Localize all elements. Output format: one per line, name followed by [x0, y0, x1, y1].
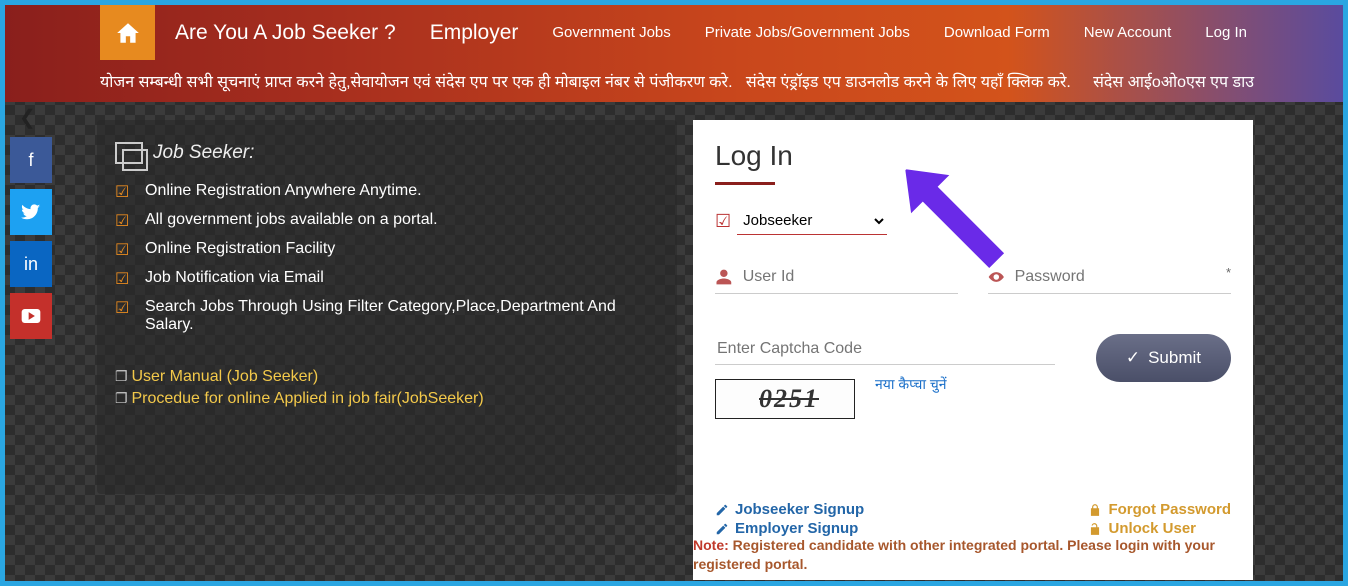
role-select[interactable]: Jobseeker — [737, 207, 887, 235]
check-icon: ☑ — [115, 211, 131, 231]
user-manual-link[interactable]: User Manual (Job Seeker) — [115, 368, 659, 386]
check-icon: ☑ — [115, 240, 131, 260]
password-input[interactable] — [1015, 268, 1216, 286]
check-icon: ☑ — [115, 298, 131, 334]
job-fair-procedure-link[interactable]: Procedue for online Applied in job fair(… — [115, 390, 659, 408]
new-captcha-link[interactable]: नया कैप्चा चुनें — [875, 375, 947, 394]
login-footer: Jobseeker Signup Employer Signup Forgot … — [715, 499, 1231, 539]
back-chevron-icon[interactable]: ❮ — [19, 105, 36, 130]
unlock-icon — [1088, 522, 1102, 536]
captcha-input[interactable] — [715, 334, 1055, 365]
account-links: Forgot Password Unlock User — [1088, 499, 1231, 539]
twitter-icon[interactable] — [10, 189, 52, 235]
nav-links: Are You A Job Seeker ? Employer Governme… — [175, 21, 1247, 45]
list-item-text: Online Registration Facility — [145, 240, 335, 260]
marquee-bar: योजन सम्बन्धी सभी सूचनाएं प्राप्त करने ह… — [5, 60, 1343, 102]
list-item: ☑ All government jobs available on a port… — [115, 211, 659, 231]
panel-title-row: Job Seeker: — [115, 142, 659, 164]
captcha-col: 0251 नया कैप्चा चुनें — [715, 334, 1066, 419]
lock-icon — [1088, 503, 1102, 517]
list-item: ☑ Search Jobs Through Using Filter Catego… — [115, 298, 659, 334]
panel-title: Job Seeker: — [153, 142, 254, 164]
nav-download-form[interactable]: Download Form — [944, 24, 1050, 41]
nav-priv-gov-jobs[interactable]: Private Jobs/Government Jobs — [705, 24, 910, 41]
note-body: Registered candidate with other integrat… — [693, 537, 1215, 572]
unlock-user-link[interactable]: Unlock User — [1088, 520, 1231, 537]
list-item: ☑ Online Registration Facility — [115, 240, 659, 260]
required-star: * — [1226, 265, 1231, 280]
page-frame: Are You A Job Seeker ? Employer Governme… — [5, 5, 1343, 581]
edit-icon — [715, 522, 729, 536]
panel-links: User Manual (Job Seeker) Procedue for on… — [115, 368, 659, 408]
submit-label: Submit — [1148, 348, 1201, 368]
social-sidebar: f in — [10, 137, 52, 345]
list-item: ☑ Online Registration Anywhere Anytime. — [115, 182, 659, 202]
top-nav: Are You A Job Seeker ? Employer Governme… — [5, 5, 1343, 60]
list-item-text: Online Registration Anywhere Anytime. — [145, 182, 422, 202]
forgot-password-link[interactable]: Forgot Password — [1088, 501, 1231, 518]
home-button[interactable] — [100, 5, 155, 60]
job-seeker-panel: Job Seeker: ☑ Online Registration Anywher… — [97, 120, 677, 494]
check-icon: ☑ — [115, 182, 131, 202]
signup-links: Jobseeker Signup Employer Signup — [715, 499, 864, 539]
nav-job-seeker[interactable]: Are You A Job Seeker ? — [175, 21, 396, 45]
nav-gov-jobs[interactable]: Government Jobs — [552, 24, 670, 41]
feature-list: ☑ Online Registration Anywhere Anytime. ☑… — [115, 182, 659, 334]
employer-signup-link[interactable]: Employer Signup — [715, 520, 864, 537]
marquee-text: योजन सम्बन्धी सभी सूचनाएं प्राप्त करने ह… — [100, 70, 1254, 92]
check-icon: ☑ — [115, 269, 131, 289]
list-item-text: All government jobs available on a porta… — [145, 211, 438, 231]
list-item: ☑ Job Notification via Email — [115, 269, 659, 289]
jobseeker-signup-link[interactable]: Jobseeker Signup — [715, 501, 864, 518]
home-icon — [115, 20, 141, 46]
captcha-image: 0251 — [715, 379, 855, 419]
edit-icon — [715, 503, 729, 517]
facebook-icon[interactable]: f — [10, 137, 52, 183]
nav-login[interactable]: Log In — [1205, 24, 1247, 41]
nav-new-account[interactable]: New Account — [1084, 24, 1172, 41]
role-check-icon: ☑ — [715, 211, 731, 232]
list-item-text: Job Notification via Email — [145, 269, 324, 289]
title-underline — [715, 182, 775, 185]
user-icon — [715, 267, 733, 287]
user-id-input[interactable] — [743, 268, 958, 286]
list-item-text: Search Jobs Through Using Filter Categor… — [145, 298, 659, 334]
user-id-field — [715, 261, 958, 294]
password-field: * — [988, 261, 1231, 294]
captcha-row: 0251 नया कैप्चा चुनें ✓ Submit — [715, 334, 1231, 419]
submit-button[interactable]: ✓ Submit — [1096, 334, 1231, 382]
youtube-icon[interactable] — [10, 293, 52, 339]
note-prefix: Note: — [693, 537, 733, 553]
nav-employer[interactable]: Employer — [430, 21, 519, 45]
check-icon: ✓ — [1126, 348, 1140, 368]
windows-icon — [115, 142, 143, 164]
login-note: Note: Registered candidate with other in… — [693, 536, 1253, 576]
eye-icon — [988, 267, 1005, 287]
login-title: Log In — [715, 140, 1231, 172]
linkedin-icon[interactable]: in — [10, 241, 52, 287]
